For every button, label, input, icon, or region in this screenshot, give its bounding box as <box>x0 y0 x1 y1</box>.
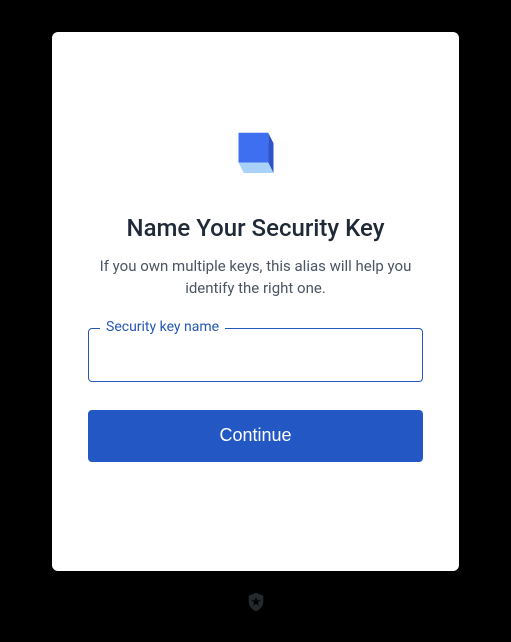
app-logo-icon <box>224 120 288 184</box>
continue-button[interactable]: Continue <box>88 410 423 462</box>
security-key-card: Name Your Security Key If you own multip… <box>52 32 459 571</box>
page-subtitle: If you own multiple keys, this alias wil… <box>91 256 421 300</box>
security-key-name-label: Security key name <box>100 319 225 335</box>
shield-badge-icon <box>245 591 267 613</box>
security-key-name-input[interactable] <box>88 328 423 382</box>
page-title: Name Your Security Key <box>127 214 385 242</box>
security-key-name-fieldset: Security key name <box>88 328 423 382</box>
